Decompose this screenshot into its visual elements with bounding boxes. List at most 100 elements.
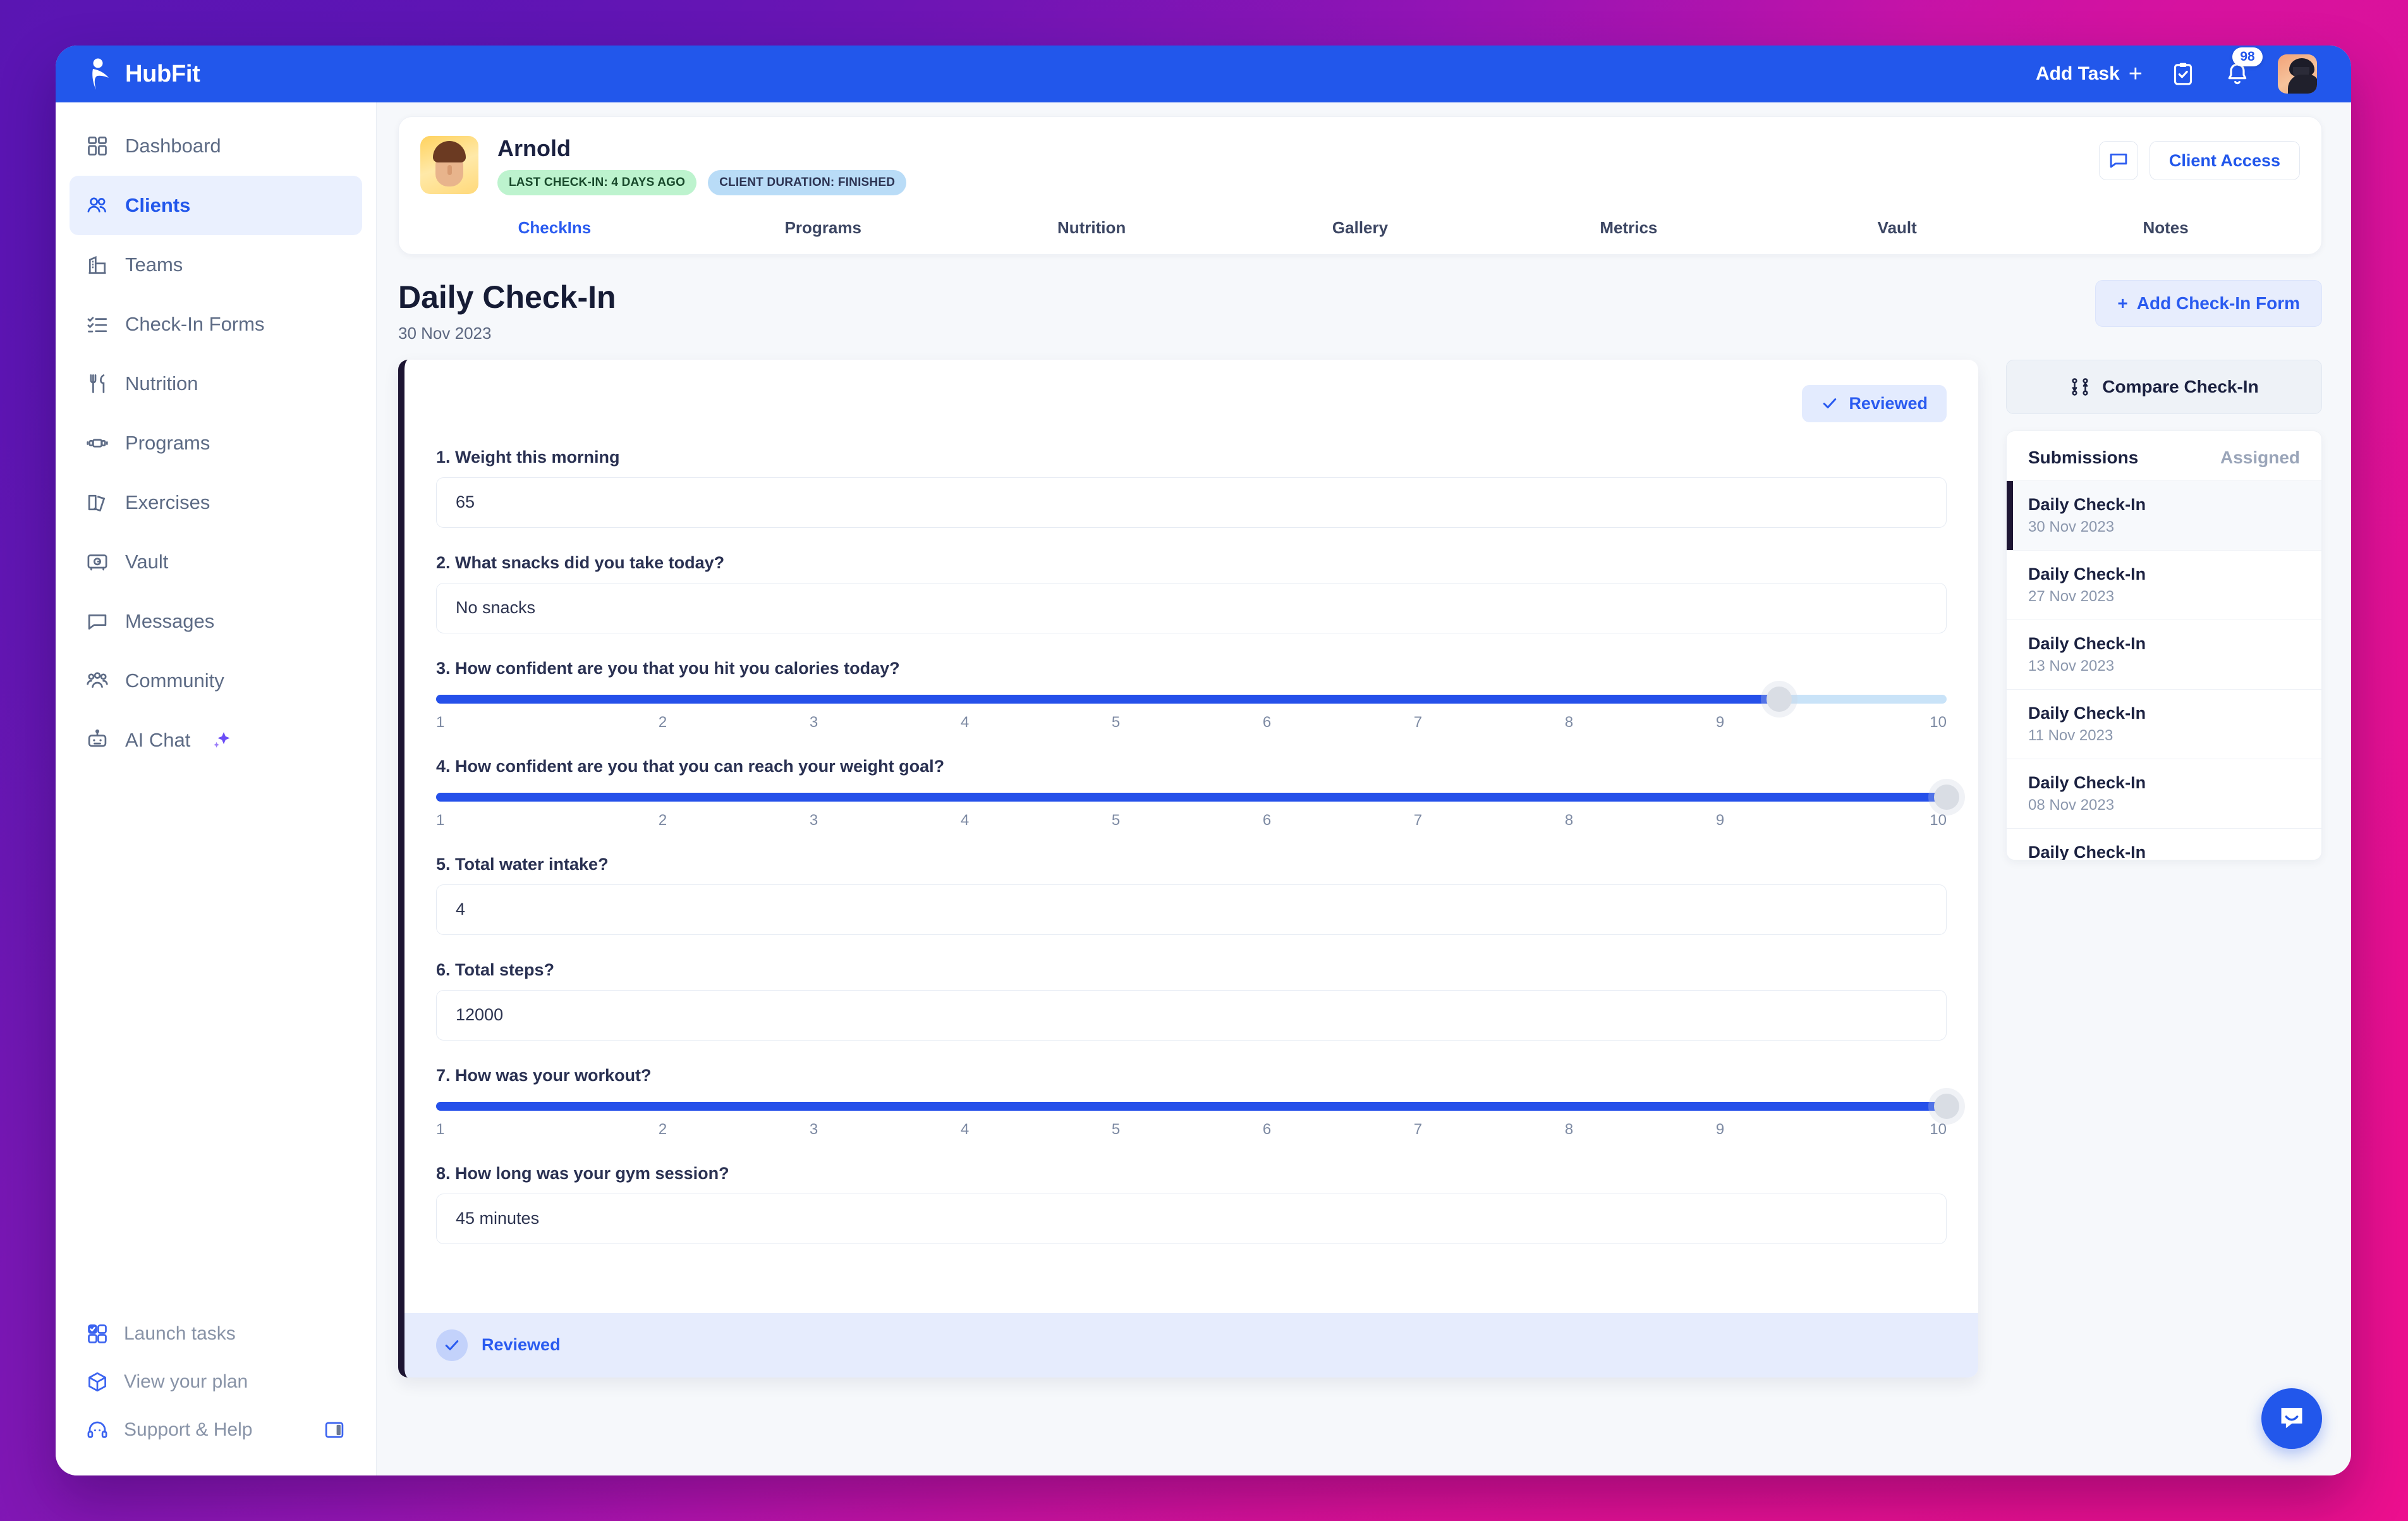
intercom-launcher-button[interactable] — [2261, 1388, 2322, 1449]
question-7-slider[interactable]: 1 2 3 4 5 6 7 8 9 10 — [436, 1093, 1959, 1139]
question-label: 4. How confident are you that you can re… — [436, 756, 945, 776]
slider-thumb[interactable] — [1934, 1093, 1959, 1119]
sidebar-item-messages[interactable]: Messages — [70, 592, 362, 651]
sidebar-item-community[interactable]: Community — [70, 651, 362, 711]
question-5-input[interactable]: 4 — [436, 884, 1947, 935]
question-4: 4. How confident are you that you can re… — [436, 756, 1959, 829]
sidebar-item-label: Nutrition — [125, 372, 198, 394]
question-2: 2. What snacks did you take today? No sn… — [436, 553, 1947, 633]
page-header: Daily Check-In 30 Nov 2023 + Add Check-I… — [398, 279, 2322, 343]
submission-item[interactable]: Daily Check-In 27 Nov 2023 — [2007, 549, 2321, 620]
add-check-in-form-button[interactable]: + Add Check-In Form — [2095, 279, 2322, 327]
sidebar-item-programs[interactable]: Programs — [70, 413, 362, 473]
tab-vault[interactable]: Vault — [1763, 218, 2031, 238]
submission-item[interactable]: Daily Check-In 30 Nov 2023 — [2007, 480, 2321, 550]
tab-submissions[interactable]: Submissions — [2028, 448, 2138, 468]
slider-tick: 8 — [1564, 1120, 1574, 1138]
slider-track[interactable] — [436, 1093, 1959, 1119]
add-task-button[interactable]: Add Task + — [2035, 62, 2143, 86]
submission-item[interactable]: Daily Check-In 08 Nov 2023 — [2007, 758, 2321, 828]
sidebar-item-support-help[interactable]: Support & Help — [70, 1406, 362, 1454]
check-in-form-card: Reviewed 1. Weight this morning 65 2. Wh… — [398, 359, 1978, 1377]
client-avatar[interactable] — [420, 136, 478, 194]
submission-item[interactable]: Daily Check-In — [2007, 828, 2321, 860]
form-footer: Reviewed — [404, 1312, 1978, 1377]
panel-collapse-icon[interactable] — [323, 1419, 346, 1441]
check-icon — [445, 1340, 459, 1350]
slider-tick: 5 — [1111, 713, 1121, 731]
submissions-card: Submissions Assigned Daily Check-In 30 N… — [2006, 430, 2322, 860]
chat-bubble-icon — [2110, 153, 2127, 168]
submission-title: Daily Check-In — [2028, 494, 2146, 514]
slider-thumb[interactable] — [1766, 686, 1792, 712]
checklist-icon — [87, 317, 107, 333]
cutlery-icon — [90, 374, 105, 393]
sidebar-item-label: Dashboard — [125, 135, 221, 157]
tab-nutrition[interactable]: Nutrition — [958, 218, 1226, 238]
avatar[interactable] — [2278, 54, 2317, 94]
slider-track[interactable] — [436, 784, 1959, 810]
submission-item[interactable]: Daily Check-In 13 Nov 2023 — [2007, 619, 2321, 689]
sidebar-item-label: Exercises — [125, 491, 210, 513]
question-8-input[interactable]: 45 minutes — [436, 1193, 1947, 1244]
sidebar-item-ai-chat[interactable]: AI Chat — [70, 711, 362, 770]
users-icon — [87, 197, 106, 212]
question-6: 6. Total steps? 12000 — [436, 960, 1947, 1041]
submission-date: 30 Nov 2023 — [2028, 518, 2115, 535]
submission-title: Daily Check-In — [2028, 564, 2146, 583]
sidebar-item-vault[interactable]: Vault — [70, 532, 362, 592]
sidebar-item-label: Vault — [125, 551, 169, 573]
client-access-button[interactable]: Client Access — [2149, 141, 2300, 180]
question-4-slider[interactable]: 1 2 3 4 5 6 7 8 9 10 — [436, 784, 1959, 829]
message-client-button[interactable] — [2098, 141, 2138, 180]
question-label: 7. How was your workout? — [436, 1065, 652, 1085]
tab-checkins[interactable]: CheckIns — [420, 218, 689, 238]
headset-icon — [87, 1421, 107, 1438]
sidebar-item-view-plan[interactable]: View your plan — [70, 1358, 362, 1406]
client-identity: Arnold LAST CHECK-IN: 4 DAYS AGO CLIENT … — [497, 136, 907, 195]
sidebar-item-exercises[interactable]: Exercises — [70, 473, 362, 532]
tab-programs[interactable]: Programs — [689, 218, 958, 238]
sidebar-item-dashboard[interactable]: Dashboard — [70, 116, 362, 176]
sidebar-item-label: AI Chat — [125, 729, 191, 751]
sidebar-item-check-in-forms[interactable]: Check-In Forms — [70, 295, 362, 354]
slider-tick: 8 — [1564, 811, 1574, 829]
slider-fill — [436, 792, 1947, 802]
question-3-slider[interactable]: 1 2 3 4 5 6 7 8 9 10 — [436, 686, 1947, 731]
submission-date: 13 Nov 2023 — [2028, 657, 2115, 675]
add-task-label: Add Task — [2035, 63, 2120, 84]
client-actions: Client Access — [2098, 136, 2300, 180]
sidebar-item-label: Check-In Forms — [125, 313, 265, 335]
sidebar-item-clients[interactable]: Clients — [70, 176, 362, 235]
reviewed-button[interactable]: Reviewed — [1802, 384, 1947, 422]
clipboard-check-icon — [2174, 63, 2192, 85]
notifications-button[interactable]: 98 — [2223, 47, 2263, 88]
client-header-card: Arnold LAST CHECK-IN: 4 DAYS AGO CLIENT … — [398, 116, 2322, 255]
submission-item[interactable]: Daily Check-In 11 Nov 2023 — [2007, 688, 2321, 759]
question-6-input[interactable]: 12000 — [436, 989, 1947, 1041]
sidebar-item-nutrition[interactable]: Nutrition — [70, 354, 362, 413]
question-2-input[interactable]: No snacks — [436, 582, 1947, 633]
launch-tasks-icon — [88, 1324, 107, 1343]
grid-icon — [88, 137, 107, 156]
slider-tick: 9 — [1715, 713, 1725, 731]
question-1-input[interactable]: 65 — [436, 477, 1947, 528]
tab-assigned[interactable]: Assigned — [2220, 448, 2300, 468]
slider-tick: 9 — [1715, 811, 1725, 829]
reviewed-check-circle[interactable] — [436, 1329, 468, 1361]
question-label: 8. How long was your gym session? — [436, 1163, 729, 1183]
tab-gallery[interactable]: Gallery — [1226, 218, 1495, 238]
question-3: 3. How confident are you that you hit yo… — [436, 659, 1947, 731]
compare-check-in-button[interactable]: Compare Check-In — [2006, 359, 2322, 414]
tasks-button[interactable] — [2169, 60, 2197, 88]
slider-track[interactable] — [436, 686, 1947, 712]
sidebar-item-label: Messages — [125, 610, 215, 632]
sidebar-item-teams[interactable]: Teams — [70, 235, 362, 295]
intercom-chat-icon — [2281, 1408, 2302, 1429]
tab-metrics[interactable]: Metrics — [1494, 218, 1763, 238]
check-icon — [1823, 398, 1837, 409]
brand-logo[interactable]: HubFit — [56, 58, 377, 90]
tab-notes[interactable]: Notes — [2031, 218, 2300, 238]
slider-thumb[interactable] — [1934, 784, 1959, 810]
sidebar-item-launch-tasks[interactable]: Launch tasks — [70, 1310, 362, 1358]
